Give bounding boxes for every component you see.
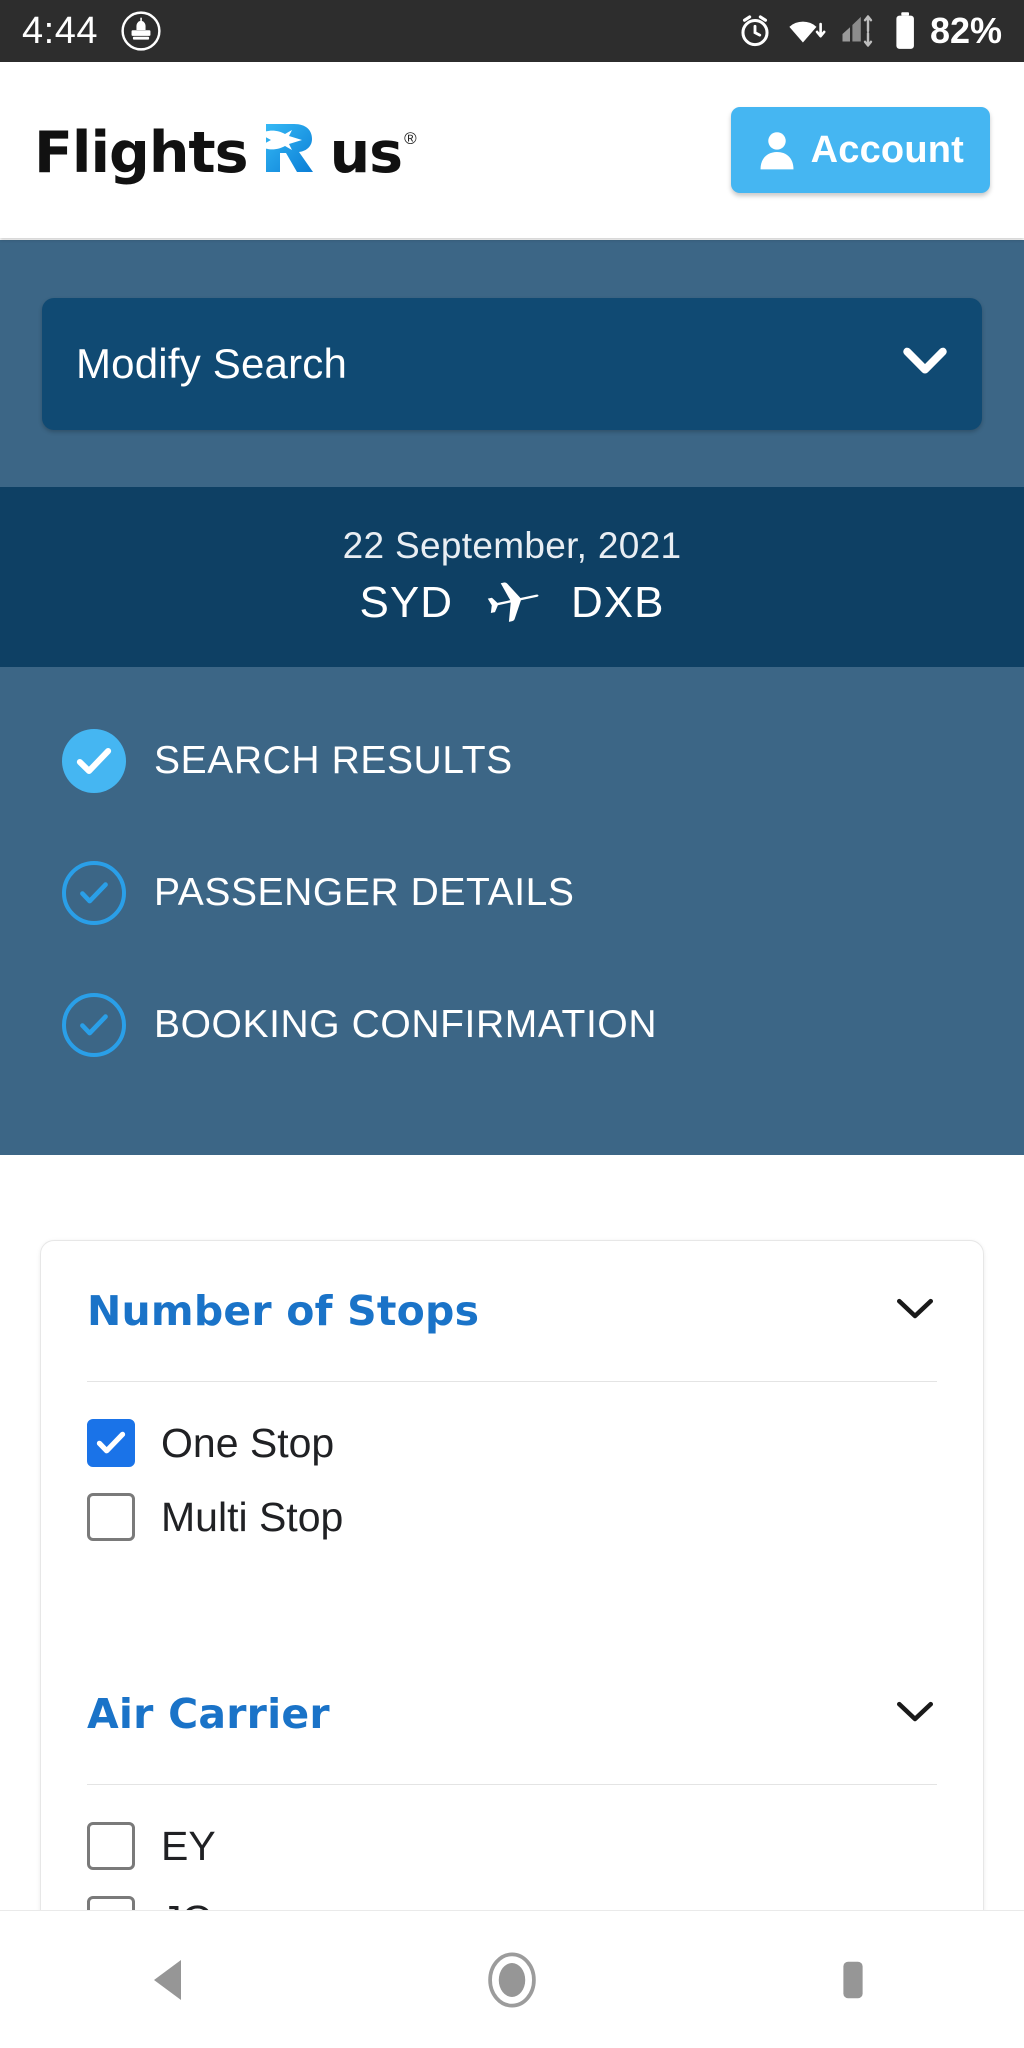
account-button[interactable]: Account <box>730 107 990 193</box>
booking-steps: SEARCH RESULTS PASSENGER DETAILS BOOKING… <box>0 667 1024 1057</box>
check-circle-outline-icon <box>62 993 126 1057</box>
airplane-icon <box>483 577 541 630</box>
filters-card: Number of Stops One Stop Multi Stop Air … <box>40 1240 984 1910</box>
step-booking-confirmation[interactable]: BOOKING CONFIRMATION <box>62 993 1024 1057</box>
nav-home-button[interactable] <box>437 1911 587 2048</box>
wifi-icon <box>789 21 826 43</box>
phone-screen: 4:44 82% Flights us ® Account Modify Sea… <box>0 0 1024 2048</box>
route-origin: SYD <box>359 578 453 627</box>
checkbox-label: Multi Stop <box>161 1493 344 1540</box>
step-label: BOOKING CONFIRMATION <box>154 1003 658 1046</box>
modify-search-zone: Modify Search <box>0 240 1024 487</box>
checkbox-unchecked-icon[interactable] <box>87 1493 135 1541</box>
logo-text-us: us <box>329 120 404 186</box>
status-time: 4:44 <box>22 10 98 52</box>
back-triangle-icon <box>153 1959 181 2000</box>
check-circle-filled-icon <box>62 729 126 793</box>
search-panel: Modify Search 22 September, 2021 SYD DXB <box>0 240 1024 1155</box>
stops-options: One Stop Multi Stop <box>87 1382 937 1558</box>
nav-back-button[interactable] <box>96 1911 246 2048</box>
checkbox-row-one-stop[interactable]: One Stop <box>87 1406 937 1480</box>
notification-icon <box>121 11 161 51</box>
checkbox-unchecked-icon[interactable] <box>87 1822 135 1870</box>
notification-icons <box>120 10 162 52</box>
route-line: SYD DXB <box>360 577 665 630</box>
alarm-icon <box>741 15 769 47</box>
filter-title: Number of Stops <box>87 1287 480 1335</box>
cellular-signal-icon <box>842 15 873 47</box>
filter-header-air-carrier[interactable]: Air Carrier <box>87 1644 937 1784</box>
chevron-down-icon[interactable] <box>893 1698 937 1731</box>
android-nav-bar <box>0 1910 1024 2048</box>
status-bar: 4:44 82% <box>0 0 1024 62</box>
filter-content-area: Number of Stops One Stop Multi Stop Air … <box>0 1155 1024 1910</box>
app-header: Flights us ® Account <box>0 62 1024 238</box>
route-destination: DXB <box>571 578 665 627</box>
brand-logo[interactable]: Flights us ® <box>34 114 417 186</box>
checkbox-label: EY <box>161 1822 216 1869</box>
check-circle-outline-icon <box>62 861 126 925</box>
battery-percent: 82% <box>929 10 1002 51</box>
modify-search-label: Modify Search <box>76 339 348 387</box>
step-label: SEARCH RESULTS <box>154 739 513 782</box>
checkbox-row-ey[interactable]: EY <box>87 1809 937 1883</box>
person-icon <box>760 132 794 170</box>
battery-icon <box>896 12 914 49</box>
filter-title: Air Carrier <box>87 1690 330 1738</box>
checkbox-row-jq[interactable]: JQ <box>87 1883 937 1910</box>
checkbox-checked-icon[interactable] <box>87 1419 135 1467</box>
step-label: PASSENGER DETAILS <box>154 871 575 914</box>
nav-recents-button[interactable] <box>778 1911 928 2048</box>
checkbox-row-multi-stop[interactable]: Multi Stop <box>87 1480 937 1554</box>
status-right-icons: 82% <box>736 10 1002 52</box>
checkbox-unchecked-icon[interactable] <box>87 1896 135 1910</box>
air-carrier-options: EY JQ <box>87 1785 937 1910</box>
checkbox-label: One Stop <box>161 1419 335 1466</box>
step-passenger-details[interactable]: PASSENGER DETAILS <box>62 861 1024 925</box>
account-label: Account <box>810 128 964 171</box>
step-search-results[interactable]: SEARCH RESULTS <box>62 729 1024 793</box>
route-banner: 22 September, 2021 SYD DXB <box>0 487 1024 667</box>
modify-search-bar[interactable]: Modify Search <box>42 297 982 430</box>
home-circle-icon <box>488 1952 536 2007</box>
filter-header-number-of-stops[interactable]: Number of Stops <box>87 1241 937 1381</box>
registered-mark: ® <box>404 129 417 148</box>
checkbox-label: JQ <box>161 1897 213 1911</box>
recents-square-icon <box>843 1961 863 1998</box>
logo-text-flights: Flights <box>34 120 249 186</box>
r-plane-logo-icon <box>258 118 320 181</box>
route-date: 22 September, 2021 <box>342 524 682 566</box>
chevron-down-icon <box>902 346 948 381</box>
chevron-down-icon[interactable] <box>893 1295 937 1328</box>
